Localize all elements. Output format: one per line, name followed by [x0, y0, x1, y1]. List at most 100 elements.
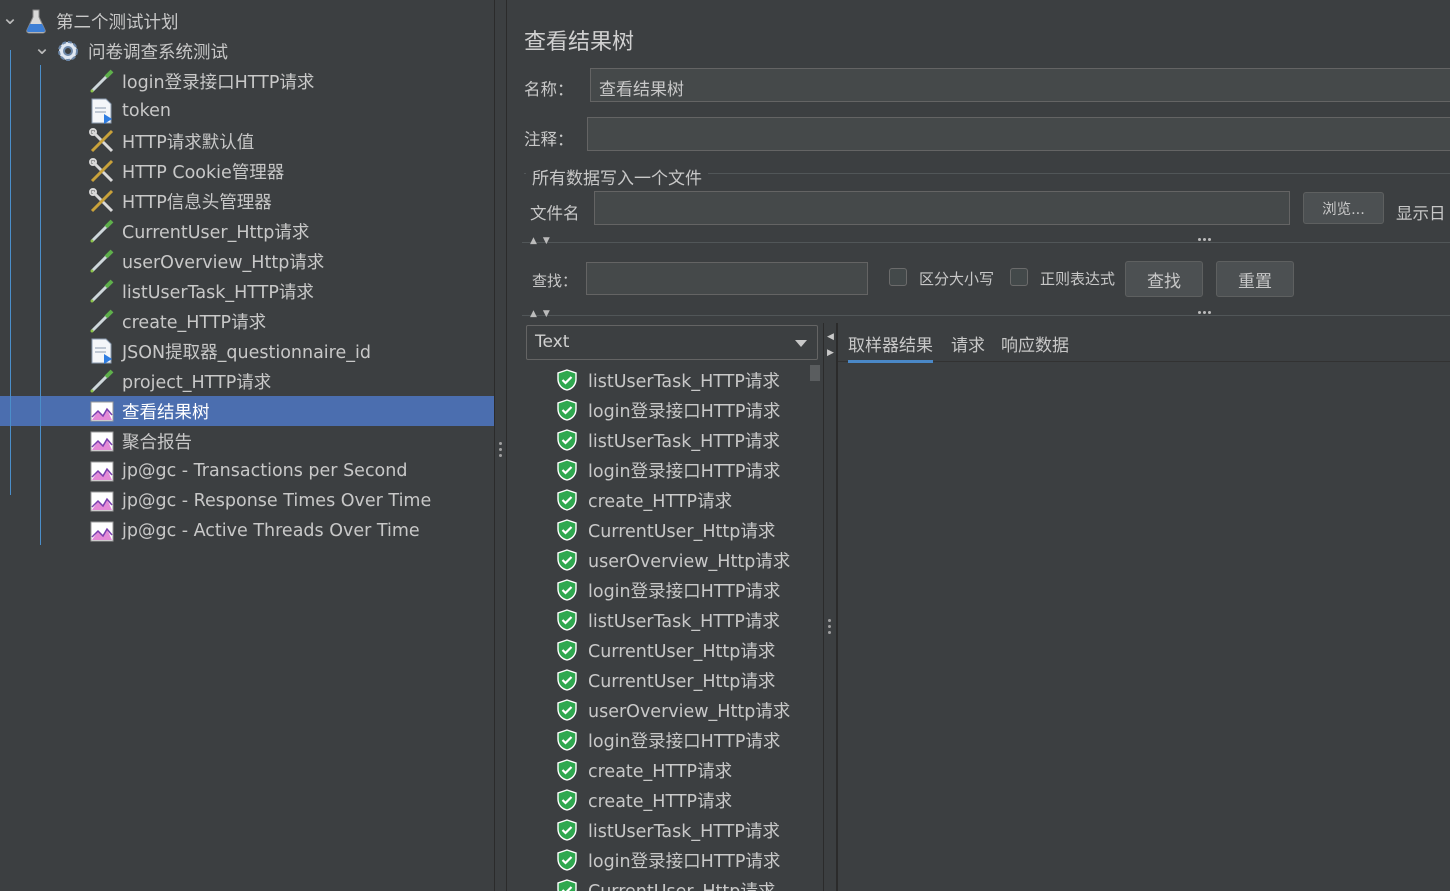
tree-item-label: jp@gc - Transactions per Second — [122, 461, 408, 481]
browse-button[interactable]: 浏览... — [1303, 192, 1384, 224]
collapse-divider-top[interactable]: ▲▼ — [522, 236, 1450, 246]
case-sensitive-checkbox[interactable] — [889, 268, 907, 286]
tree-item[interactable]: userOverview_Http请求 — [0, 246, 494, 276]
collapse-arrows-icon[interactable]: ◀ ▶ — [827, 329, 834, 361]
search-input[interactable] — [586, 262, 868, 295]
regex-checkbox[interactable] — [1010, 268, 1028, 286]
chevron-down-icon[interactable]: ⌄ — [32, 35, 52, 59]
result-item-label: listUserTask_HTTP请求 — [588, 821, 780, 842]
vertical-splitter[interactable] — [494, 0, 507, 891]
tree-item[interactable]: project_HTTP请求 — [0, 366, 494, 396]
tree-item-label: 第二个测试计划 — [56, 12, 179, 33]
tree-item[interactable]: HTTP信息头管理器 — [0, 186, 494, 216]
tree-item-label: token — [122, 101, 171, 121]
tree-item[interactable]: HTTP Cookie管理器 — [0, 156, 494, 186]
tree-item[interactable]: create_HTTP请求 — [0, 306, 494, 336]
result-item[interactable]: CurrentUser_Http请求 — [556, 875, 775, 891]
result-item-label: listUserTask_HTTP请求 — [588, 431, 780, 452]
config-tools-icon — [88, 187, 116, 215]
tree-item[interactable]: HTTP请求默认值 — [0, 126, 494, 156]
tree-item[interactable]: JSON提取器_questionnaire_id — [0, 336, 494, 366]
find-button[interactable]: 查找 — [1125, 261, 1203, 297]
result-item[interactable]: listUserTask_HTTP请求 — [556, 815, 780, 845]
results-scrollbar[interactable] — [810, 365, 820, 381]
tree-item-label: HTTP请求默认值 — [122, 132, 255, 153]
success-shield-icon — [556, 489, 578, 511]
success-shield-icon — [556, 819, 578, 841]
tree-item[interactable]: login登录接口HTTP请求 — [0, 66, 494, 96]
result-item-label: CurrentUser_Http请求 — [588, 878, 775, 891]
test-plan-tree[interactable]: ⌄ 第二个测试计划 ⌄ 问卷调查系统测试 login登录接口HTTP请求 token HTT… — [0, 0, 494, 891]
result-item-label: login登录接口HTTP请求 — [588, 401, 781, 422]
listener-graph-icon — [88, 487, 116, 515]
collapse-arrows-icon[interactable]: ▲▼ — [530, 236, 556, 246]
name-label: 名称： — [524, 80, 574, 99]
result-item[interactable]: listUserTask_HTTP请求 — [556, 605, 780, 635]
tab-response-data[interactable]: 响应数据 — [1001, 331, 1069, 356]
result-item-label: create_HTTP请求 — [588, 491, 733, 512]
test-plan-icon — [22, 7, 50, 35]
success-shield-icon — [556, 369, 578, 391]
http-sampler-pipette-icon — [88, 217, 116, 245]
chevron-down-icon[interactable]: ⌄ — [0, 5, 20, 29]
splitter-grip-icon — [499, 442, 502, 457]
result-item[interactable]: CurrentUser_Http请求 — [556, 635, 775, 665]
success-shield-icon — [556, 429, 578, 451]
tab-request[interactable]: 请求 — [951, 331, 985, 356]
drag-dots-icon — [1198, 238, 1211, 241]
tree-guide-line — [40, 65, 41, 545]
result-item[interactable]: login登录接口HTTP请求 — [556, 455, 780, 485]
renderer-select-value: Text — [535, 332, 570, 352]
listener-graph-icon — [88, 397, 116, 425]
tree-item[interactable]: jp@gc - Active Threads Over Time — [0, 516, 494, 546]
http-sampler-pipette-icon — [88, 67, 116, 95]
tab-sampler-result[interactable]: 取样器结果 — [848, 331, 933, 363]
tree-item[interactable]: ⌄ 第二个测试计划 — [0, 5, 494, 36]
result-item-label: userOverview_Http请求 — [588, 701, 791, 722]
tree-item[interactable]: listUserTask_HTTP请求 — [0, 276, 494, 306]
drag-dots-icon — [1198, 311, 1211, 314]
tree-item[interactable]: CurrentUser_Http请求 — [0, 216, 494, 246]
comment-label: 注释： — [524, 130, 574, 149]
tree-item[interactable]: 查看结果树 — [0, 396, 494, 426]
results-splitter[interactable]: ◀ ▶ — [823, 323, 837, 891]
result-item[interactable]: login登录接口HTTP请求 — [556, 575, 780, 605]
result-item[interactable]: listUserTask_HTTP请求 — [556, 425, 780, 455]
tree-item[interactable]: jp@gc - Transactions per Second — [0, 456, 494, 486]
result-item[interactable]: listUserTask_HTTP请求 — [556, 365, 780, 395]
result-item[interactable]: login登录接口HTTP请求 — [556, 845, 780, 875]
listener-graph-icon — [88, 517, 116, 545]
success-shield-icon — [556, 669, 578, 691]
config-tools-icon — [88, 157, 116, 185]
filename-field[interactable] — [594, 191, 1290, 225]
tree-item[interactable]: jp@gc - Response Times Over Time — [0, 486, 494, 516]
result-item[interactable]: login登录接口HTTP请求 — [556, 395, 780, 425]
result-item-label: login登录接口HTTP请求 — [588, 851, 781, 872]
result-item[interactable]: userOverview_Http请求 — [556, 695, 790, 725]
result-item[interactable]: create_HTTP请求 — [556, 755, 732, 785]
name-field[interactable]: 查看结果树 — [590, 68, 1450, 102]
result-item-label: login登录接口HTTP请求 — [588, 581, 781, 602]
extractor-document-icon — [88, 337, 116, 365]
collapse-divider-bottom[interactable]: ▲▼ — [522, 309, 1450, 319]
tree-item[interactable]: ⌄ 问卷调查系统测试 — [0, 35, 494, 66]
comment-field[interactable] — [587, 117, 1450, 151]
result-item[interactable]: userOverview_Http请求 — [556, 545, 790, 575]
tree-item[interactable]: token — [0, 96, 494, 126]
result-item[interactable]: CurrentUser_Http请求 — [556, 515, 775, 545]
collapse-arrows-icon[interactable]: ▲▼ — [530, 309, 556, 319]
sample-results-list[interactable]: listUserTask_HTTP请求 login登录接口HTTP请求 listUs… — [526, 363, 824, 891]
result-item[interactable]: login登录接口HTTP请求 — [556, 725, 780, 755]
renderer-select[interactable]: Text — [526, 325, 818, 360]
filename-label: 文件名 — [530, 204, 580, 223]
result-item-label: CurrentUser_Http请求 — [588, 671, 776, 692]
chevron-down-icon — [795, 340, 807, 347]
reset-button[interactable]: 重置 — [1216, 261, 1294, 297]
tree-item[interactable]: 聚合报告 — [0, 426, 494, 456]
success-shield-icon — [556, 399, 578, 421]
result-item[interactable]: create_HTTP请求 — [556, 485, 732, 515]
show-log-label[interactable]: 显示日 — [1396, 200, 1446, 224]
result-item-label: create_HTTP请求 — [588, 791, 733, 812]
result-item[interactable]: create_HTTP请求 — [556, 785, 732, 815]
result-item[interactable]: CurrentUser_Http请求 — [556, 665, 775, 695]
